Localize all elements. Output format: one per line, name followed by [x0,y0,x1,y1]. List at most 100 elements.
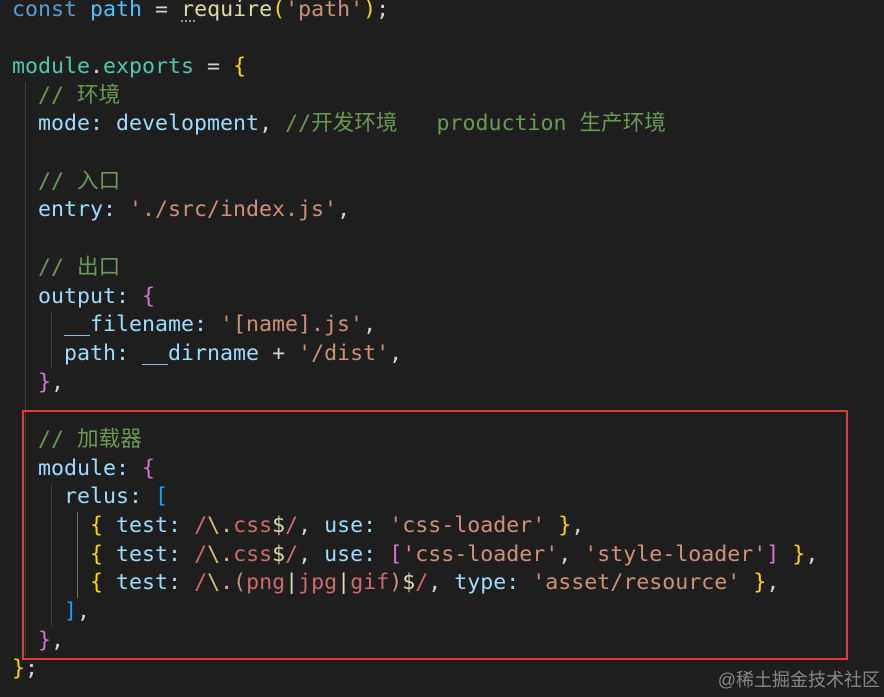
code-token: { [142,455,156,481]
code-token: , [298,541,325,567]
code-token: \. [207,513,234,539]
code-line[interactable]: entry: './src/index.js', [12,196,884,225]
code-token: { [90,541,104,567]
code-line[interactable]: // 入口 [12,168,884,197]
code-line[interactable]: module: { [12,455,884,484]
code-token: , [337,197,351,223]
code-line[interactable]: { test: /\.css$/, use: 'css-loader' }, [12,512,884,541]
code-token: ; [376,0,390,22]
code-token: 'style-loader' [584,541,767,567]
code-line[interactable] [12,225,884,254]
code-token: { [90,513,104,539]
code-token: | [285,570,299,596]
code-token: { [90,570,104,596]
code-token: $ [272,513,286,539]
code-token: css [233,513,273,539]
code-token: ] [766,541,780,567]
code-token: module [12,54,91,80]
code-token: + [259,340,299,366]
code-line[interactable]: const path = require('path'); [12,0,884,24]
code-line[interactable]: // 加载器 [12,426,884,455]
code-token: css [233,541,273,567]
code-line[interactable]: // 环境 [12,82,884,111]
code-line[interactable]: output: { [12,283,884,312]
code-token: } [792,541,806,567]
code-token: relus: [64,484,143,510]
code-token: // 入口 [38,168,121,194]
code-line[interactable]: mode: development, //开发环境 production 生产环… [12,110,884,139]
code-token: __filename: [64,312,208,338]
code-line[interactable]: }, [12,627,884,656]
code-line[interactable]: relus: [ [12,483,884,512]
code-token: / [194,541,208,567]
code-editor[interactable]: const path = require('path'); module.expo… [0,0,884,697]
code-token: 'css-loader' [402,541,559,567]
code-token: = [142,0,182,22]
code-token: gif [350,570,390,596]
code-line[interactable] [12,139,884,168]
quick-fix-hint-dots[interactable] [181,20,195,22]
code-token: ) [363,0,377,22]
code-line[interactable]: { test: /\.(png|jpg|gif)$/, type: 'asset… [12,569,884,598]
code-token: jpg [298,570,338,596]
code-token: '/dist' [298,340,390,366]
code-token: test: [116,541,182,567]
code-line[interactable]: ], [12,598,884,627]
code-token: entry: [38,197,117,223]
code-token: } [753,570,767,596]
code-token: './src/index.js' [129,197,338,223]
code-token: { [142,283,156,309]
code-token: | [337,570,351,596]
code-line[interactable]: { test: /\.css$/, use: ['css-loader', 's… [12,541,884,570]
code-token: , [77,599,91,625]
code-token: // 出口 [38,254,121,280]
code-line[interactable]: }, [12,369,884,398]
code-token: / [285,513,299,539]
code-token: , [51,627,65,653]
code-token: } [558,513,572,539]
code-token: ( [272,0,286,22]
code-line[interactable] [12,397,884,426]
code-line[interactable] [12,24,884,53]
code-token: , [298,513,325,539]
code-token: test: [116,513,182,539]
code-line[interactable]: path: __dirname + '/dist', [12,340,884,369]
watermark: @稀土掘金技术社区 [717,670,880,690]
code-line[interactable]: // 出口 [12,254,884,283]
code-line[interactable]: __filename: '[name].js', [12,311,884,340]
code-token: module: [38,455,130,481]
code-token: , [389,340,403,366]
code-area[interactable]: const path = require('path'); module.expo… [0,0,884,684]
code-token: development [116,111,260,137]
code-token: type: [454,570,520,596]
code-line[interactable]: module.exports = { [12,53,884,82]
code-token: \. [207,570,234,596]
code-token: / [285,541,299,567]
code-token: , [259,111,286,137]
code-token: $ [272,541,286,567]
